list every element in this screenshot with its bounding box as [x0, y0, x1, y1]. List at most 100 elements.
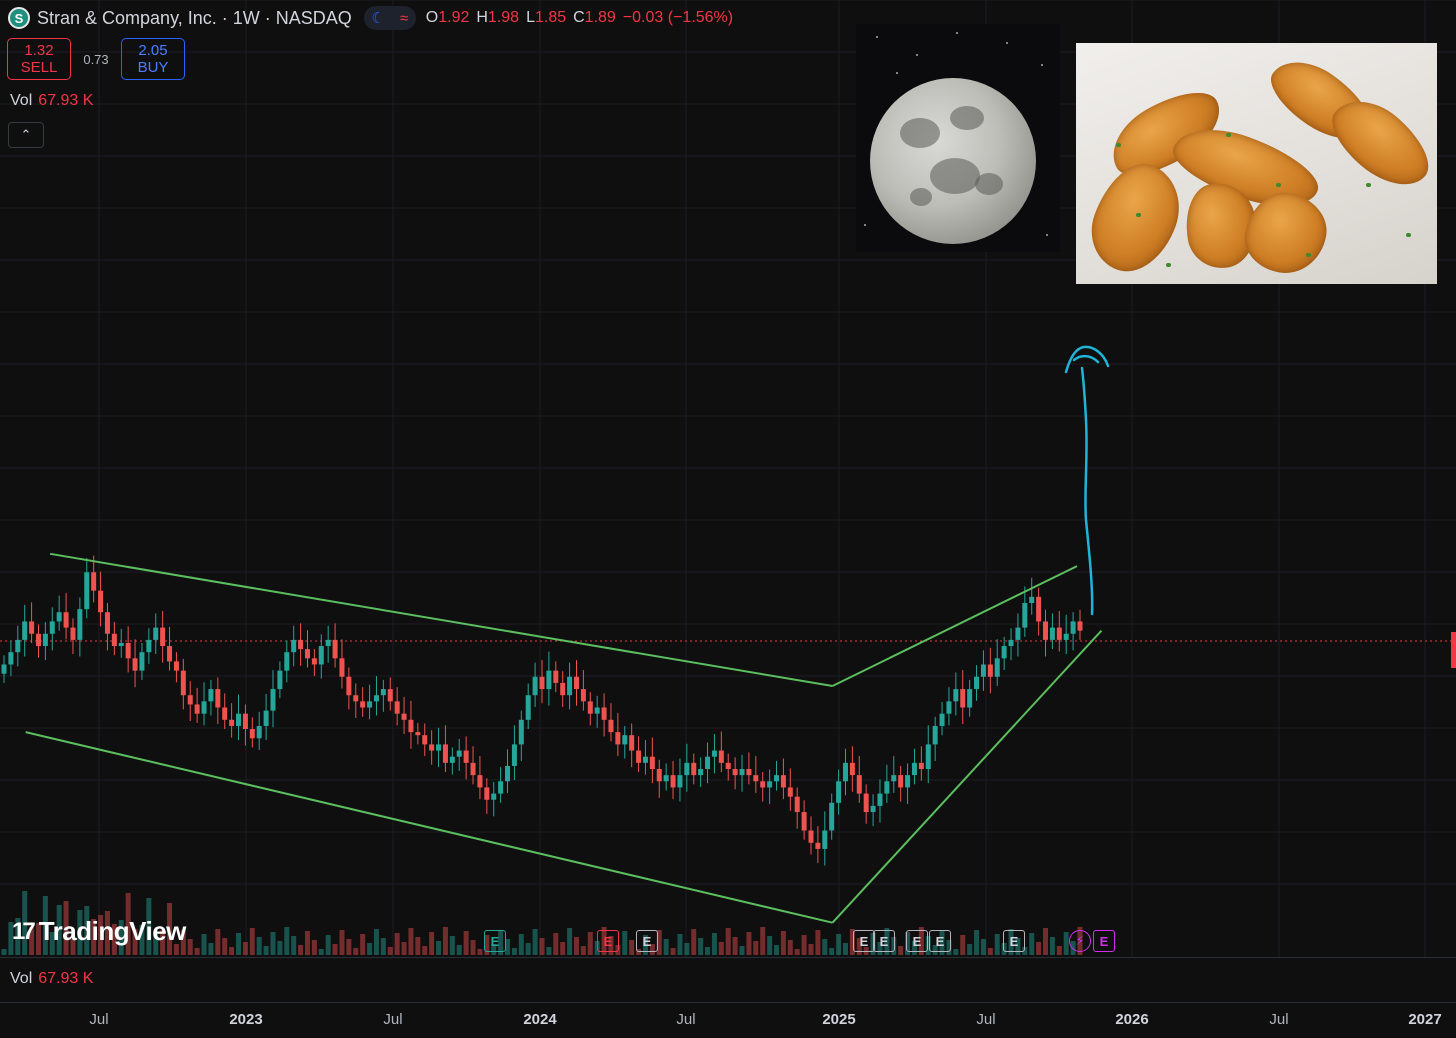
- time-axis-divider: [0, 1002, 1456, 1003]
- candle-body: [925, 744, 931, 769]
- volume-bar: [270, 932, 276, 955]
- volume-bar: [532, 929, 538, 955]
- volume-bar: [229, 947, 235, 955]
- volume-bar: [298, 945, 304, 955]
- candle-body: [29, 621, 35, 634]
- volume-bar: [463, 931, 469, 955]
- collapse-legend-button[interactable]: ⌃: [8, 122, 44, 148]
- earnings-marker[interactable]: E: [906, 930, 928, 952]
- volume-bar: [780, 931, 786, 955]
- candle-body: [780, 775, 786, 788]
- volume-bar: [1029, 933, 1035, 955]
- volume-bar: [373, 929, 379, 955]
- buy-button[interactable]: 2.05 BUY: [121, 38, 185, 80]
- volume-bar: [325, 935, 331, 955]
- pane-divider[interactable]: [0, 957, 1456, 958]
- symbol-title[interactable]: Stran & Company, Inc. · 1W · NASDAQ: [37, 8, 352, 29]
- volume-bar: [767, 936, 773, 955]
- candle-body: [698, 769, 704, 776]
- volume-value: 67.93 K: [38, 92, 94, 109]
- volume-bar: [677, 934, 683, 955]
- volume-bar: [436, 941, 442, 955]
- volume-bar: [284, 927, 290, 955]
- candle-body: [360, 701, 366, 708]
- candle-body: [822, 830, 828, 849]
- candle-body: [718, 750, 724, 763]
- volume-bar: [477, 949, 483, 955]
- candle-body: [125, 642, 131, 659]
- candle-body: [774, 775, 780, 782]
- candle-body: [160, 627, 166, 647]
- candle-body: [256, 725, 262, 739]
- volume-bar: [339, 930, 345, 955]
- candle-body: [787, 787, 793, 797]
- volume-bar: [249, 928, 255, 955]
- candle-body: [511, 744, 517, 766]
- candle-body: [208, 689, 214, 702]
- candle-body: [222, 707, 228, 720]
- volume-bar: [256, 937, 262, 955]
- spread-value: 0.73: [83, 51, 109, 67]
- candle-body: [898, 775, 904, 788]
- volume-bar: [994, 934, 1000, 955]
- x-axis-label: 2023: [229, 1011, 263, 1028]
- earnings-marker[interactable]: E: [597, 930, 619, 952]
- earnings-marker[interactable]: E: [929, 930, 951, 952]
- open-value: 1.92: [438, 9, 470, 26]
- dividend-marker[interactable]: ⚡: [1069, 930, 1091, 952]
- sell-button[interactable]: 1.32 SELL: [7, 38, 71, 80]
- earnings-marker[interactable]: E: [853, 930, 875, 952]
- x-axis-label: 2025: [822, 1011, 856, 1028]
- sell-label: SELL: [20, 59, 58, 76]
- candle-body: [615, 732, 621, 745]
- volume-pane-value: 67.93 K: [38, 970, 94, 987]
- volume-bar: [394, 933, 400, 955]
- candle-body: [249, 729, 255, 739]
- candle-body: [629, 735, 635, 751]
- candle-body: [173, 661, 179, 671]
- volume-bar: [711, 933, 717, 955]
- candle-body: [980, 664, 986, 677]
- volume-bar: [842, 943, 848, 955]
- earnings-marker[interactable]: E: [1003, 930, 1025, 952]
- x-axis-label: Jul: [676, 1011, 696, 1028]
- volume-bar: [794, 949, 800, 955]
- candle-body: [518, 719, 524, 745]
- earnings-marker[interactable]: E: [873, 930, 895, 952]
- earnings-marker[interactable]: E: [1093, 930, 1115, 952]
- candle-body: [553, 670, 559, 683]
- volume-bar: [573, 937, 579, 955]
- candle-body: [346, 676, 352, 696]
- session-badge[interactable]: ☾ ≈: [363, 6, 416, 30]
- candle-body: [808, 830, 814, 843]
- candle-body: [918, 762, 924, 769]
- candle-body: [663, 775, 669, 782]
- candle-body: [49, 621, 55, 634]
- volume-bar: [304, 931, 310, 955]
- close-value: 1.89: [584, 9, 616, 26]
- volume-bar: [546, 947, 552, 955]
- earnings-marker[interactable]: E: [636, 930, 658, 952]
- candle-body: [842, 762, 848, 782]
- candle-body: [187, 695, 193, 705]
- candle-body: [180, 670, 186, 696]
- high-label: H: [476, 9, 488, 26]
- candle-body: [1, 664, 7, 674]
- volume-bar: [518, 934, 524, 955]
- candle-body: [436, 744, 442, 751]
- volume-bar: [974, 930, 980, 955]
- candle-body: [1029, 596, 1035, 603]
- earnings-marker[interactable]: E: [484, 930, 506, 952]
- last-price-marker: [1451, 632, 1456, 668]
- trendlines: [25, 552, 1103, 924]
- volume-bar: [725, 928, 731, 955]
- candle-body: [456, 750, 462, 757]
- volume-bar: [208, 943, 214, 955]
- candle-body: [422, 735, 428, 745]
- volume-bar: [539, 938, 545, 955]
- chevron-up-icon: ⌃: [20, 127, 32, 142]
- candle-body: [974, 676, 980, 690]
- candle-body: [725, 762, 731, 769]
- volume-bar: [898, 946, 904, 955]
- candle-body: [767, 781, 773, 788]
